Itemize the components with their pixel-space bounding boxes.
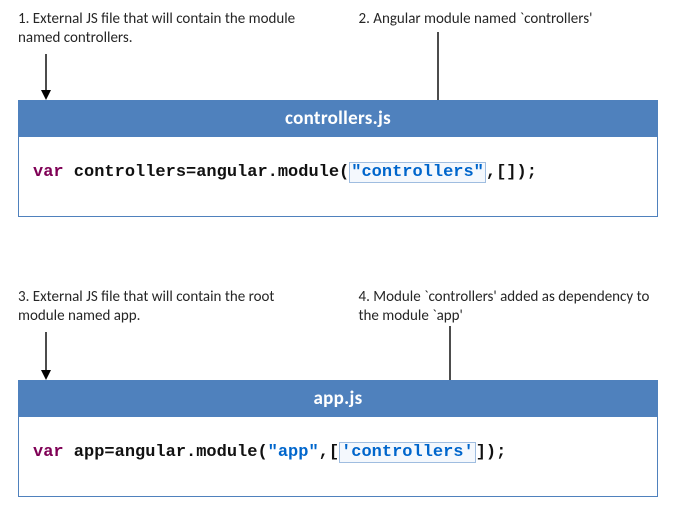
arrow-1: [36, 52, 56, 102]
keyword-var: var: [33, 163, 64, 182]
code-text: app=angular.module(: [64, 443, 268, 462]
controllers-card-header: controllers.js: [19, 101, 657, 137]
caption-4: 4. Module `controllers' added as depende…: [359, 288, 660, 326]
caption-3: 3. External JS file that will contain th…: [18, 288, 319, 326]
bottom-captions: 3. External JS file that will contain th…: [18, 288, 659, 326]
keyword-var: var: [33, 443, 64, 462]
code-text: controllers=angular.module(: [64, 163, 350, 182]
controllers-code: var controllers=angular.module("controll…: [19, 137, 657, 216]
controllers-card: controllers.js var controllers=angular.m…: [18, 100, 658, 217]
caption-1: 1. External JS file that will contain th…: [18, 10, 319, 48]
dependency-string: 'controllers': [339, 442, 476, 463]
app-card: app.js var app=angular.module("app",['co…: [18, 380, 658, 497]
top-captions: 1. External JS file that will contain th…: [18, 10, 659, 48]
code-text: ,[: [319, 443, 339, 462]
app-card-header: app.js: [19, 381, 657, 417]
code-text: ,[]);: [486, 163, 537, 182]
caption-2: 2. Angular module named `controllers': [359, 10, 660, 48]
code-text: ]);: [476, 443, 507, 462]
app-name-string: "app": [268, 443, 319, 462]
app-code: var app=angular.module("app",['controlle…: [19, 417, 657, 496]
module-name-string: "controllers": [349, 162, 486, 183]
arrow-3: [36, 330, 56, 382]
